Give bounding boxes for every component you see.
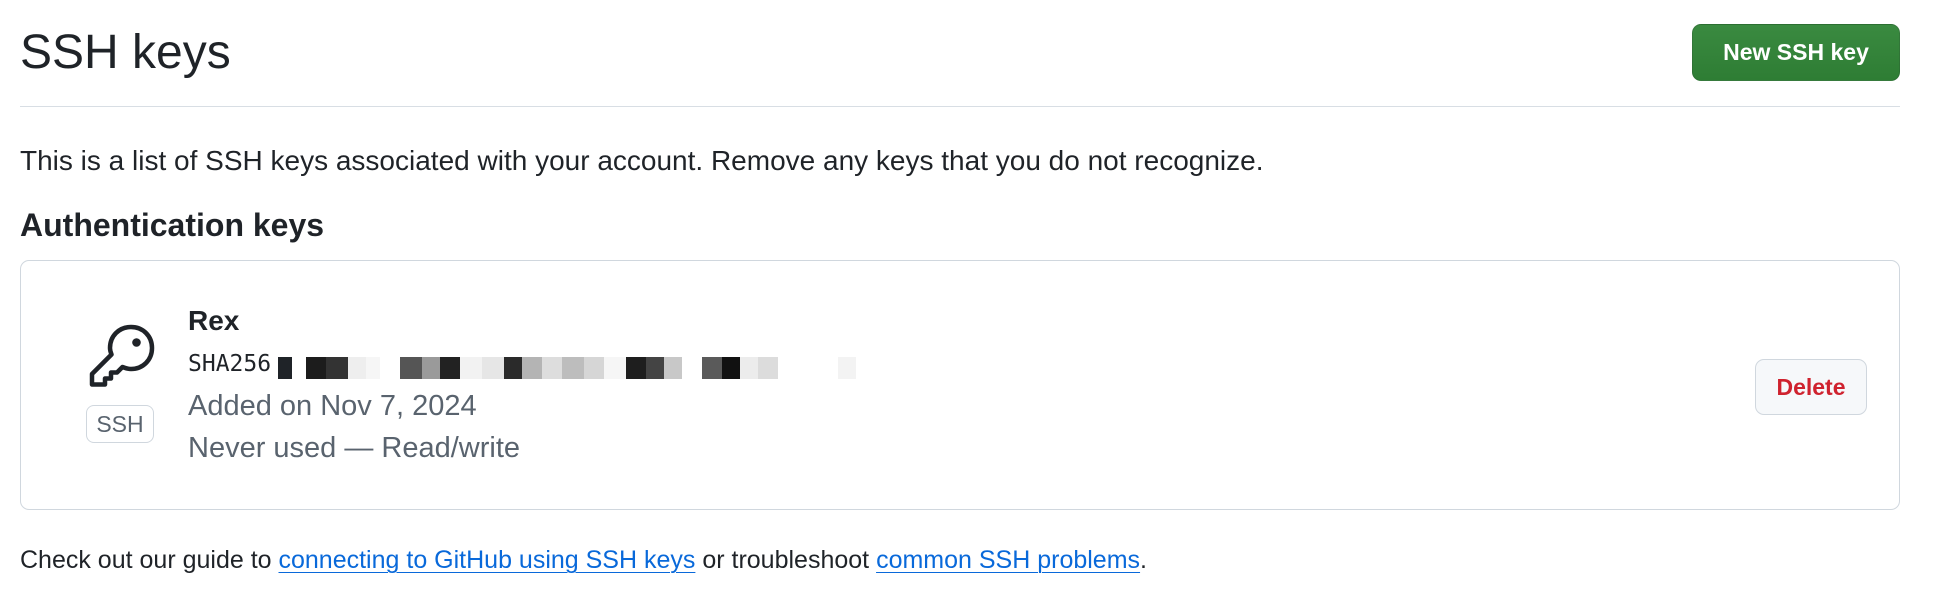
key-fingerprint: SHA256 <box>188 345 856 385</box>
ssh-key-list-item: SSH Rex SHA256 Added on Nov 7, 2024 Neve… <box>20 260 1900 510</box>
key-added-date: Added on Nov 7, 2024 <box>188 390 477 422</box>
key-name: Rex <box>188 305 240 336</box>
ssh-guide-link[interactable]: connecting to GitHub using SSH keys <box>279 546 696 574</box>
footer-note: Check out our guide to connecting to Git… <box>20 544 1147 576</box>
intro-text: This is a list of SSH keys associated wi… <box>20 145 1264 176</box>
key-icon-group: SSH <box>85 321 165 451</box>
redacted-fingerprint <box>278 357 918 379</box>
footer-prefix: Check out our guide to <box>20 546 279 574</box>
fingerprint-label: SHA256 <box>188 351 272 377</box>
key-details: Rex SHA256 Added on Nov 7, 2024 Never us… <box>188 303 856 469</box>
new-ssh-key-button[interactable]: New SSH key <box>1692 24 1900 81</box>
key-icon <box>89 324 155 387</box>
footer-middle: or troubleshoot <box>695 546 877 574</box>
key-usage: Never used — Read/write <box>188 432 521 464</box>
footer-suffix: . <box>1140 546 1147 574</box>
ssh-problems-link[interactable]: common SSH problems <box>876 546 1140 574</box>
page-title: SSH keys <box>20 26 231 79</box>
delete-key-button[interactable]: Delete <box>1755 359 1867 415</box>
ssh-keys-page: SSH keys New SSH key This is a list of S… <box>0 0 1958 610</box>
ssh-badge: SSH <box>86 405 154 443</box>
page-header: SSH keys New SSH key <box>20 0 1900 107</box>
authentication-keys-heading: Authentication keys <box>20 207 325 243</box>
